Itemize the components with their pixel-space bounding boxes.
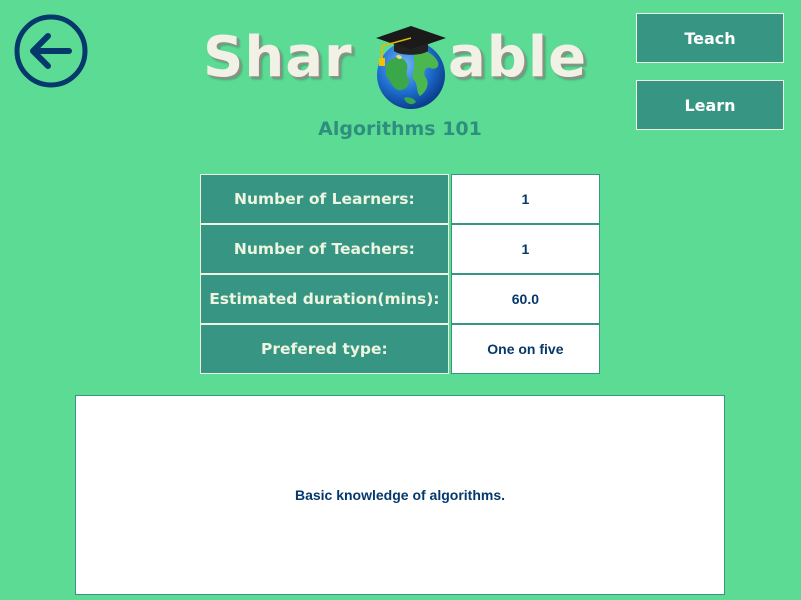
details-label: Number of Learners: <box>200 174 449 224</box>
details-value: 1 <box>450 224 600 274</box>
details-value: 60.0 <box>450 274 600 324</box>
details-label: Prefered type: <box>200 324 449 374</box>
details-label: Number of Teachers: <box>200 224 449 274</box>
details-value: 1 <box>450 174 600 224</box>
app-logo: Shar able <box>200 20 600 110</box>
details-row-type: Prefered type: One on five <box>200 324 600 374</box>
back-arrow-icon <box>14 14 88 88</box>
details-row-duration: Estimated duration(mins): 60.0 <box>200 274 600 324</box>
details-value: One on five <box>450 324 600 374</box>
details-row-teachers: Number of Teachers: 1 <box>200 224 600 274</box>
back-button[interactable] <box>13 13 89 89</box>
course-title: Algorithms 101 <box>318 118 482 140</box>
description-text: Basic knowledge of algorithms. <box>294 487 506 503</box>
globe-graduation-cap-icon <box>376 26 446 109</box>
description-box: Basic knowledge of algorithms. <box>75 395 725 595</box>
learn-button[interactable]: Learn <box>636 80 784 130</box>
details-row-learners: Number of Learners: 1 <box>200 174 600 224</box>
teach-button[interactable]: Teach <box>636 13 784 63</box>
course-details-table: Number of Learners: 1 Number of Teachers… <box>200 174 600 374</box>
logo-text-right: able <box>448 25 588 90</box>
logo-text-left: Shar <box>203 25 353 90</box>
details-label: Estimated duration(mins): <box>200 274 449 324</box>
